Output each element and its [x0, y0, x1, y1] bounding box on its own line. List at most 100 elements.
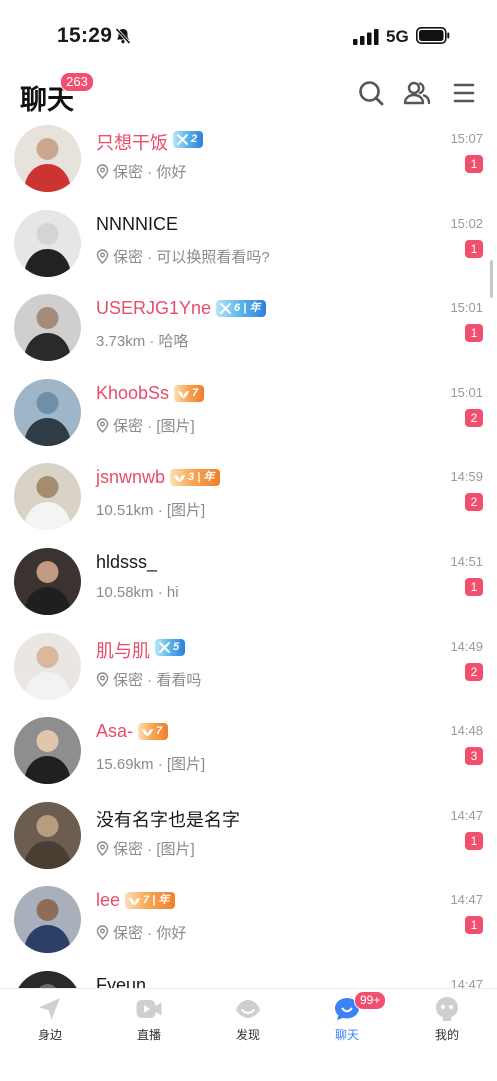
message-time: 14:47	[450, 807, 483, 823]
message-time: 14:48	[450, 723, 483, 739]
chat-row[interactable]: jsnwnwb 3 | 年 10.51km · [图片] 14:59 2	[0, 455, 497, 540]
location-text: 保密	[113, 840, 144, 858]
chat-row[interactable]: NNNNICE 保密 · 可以换照看看吗? 15:02 1	[0, 202, 497, 287]
message-time: 15:02	[450, 215, 483, 231]
avatar[interactable]	[14, 548, 81, 615]
location-pin-icon	[96, 671, 109, 687]
tab-me[interactable]: 我的	[417, 995, 477, 1047]
separator-dot: ·	[143, 248, 157, 266]
chat-row[interactable]: lee 7 | 年保密 · 你好 14:47 1	[0, 878, 497, 963]
avatar[interactable]	[14, 886, 81, 954]
avatar[interactable]	[14, 632, 81, 700]
avatar[interactable]	[14, 125, 81, 192]
profile-icon	[436, 997, 458, 1021]
unread-count-badge: 2	[465, 493, 483, 512]
separator-dot: ·	[143, 671, 157, 689]
separator-dot: ·	[143, 840, 157, 858]
contact-name: 没有名字也是名字	[96, 809, 240, 830]
message-time: 15:07	[450, 131, 483, 146]
level-badge: 7	[138, 723, 169, 741]
level-badge: 6 | 年	[216, 300, 267, 318]
last-message: [图片]	[156, 840, 195, 858]
avatar[interactable]	[14, 294, 81, 362]
unread-count-badge: 1	[465, 831, 483, 850]
tab-label: 身边	[37, 1028, 62, 1042]
separator-dot: ·	[145, 333, 159, 351]
tab-label: 直播	[136, 1028, 161, 1042]
chat-preview: 保密 · 可以换照看看吗?	[96, 246, 270, 267]
contact-name: 肌与肌	[96, 640, 150, 661]
location-pin-icon	[96, 164, 109, 179]
separator-dot: ·	[153, 756, 167, 774]
wings-icon	[174, 475, 186, 483]
avatar[interactable]	[14, 801, 81, 869]
location-text: 保密	[113, 248, 144, 266]
avatar[interactable]	[14, 971, 81, 988]
chat-row[interactable]: 只想干饭 2 保密 · 你好 15:07 1	[0, 122, 497, 202]
chat-row[interactable]: USERJG1Yne 6 | 年 3.73km · 哈咯 15:01 1	[0, 286, 497, 371]
location-text: 3.73km	[96, 333, 146, 351]
chat-row[interactable]: 没有名字也是名字保密 · [图片] 14:47 1	[0, 794, 497, 879]
chat-row[interactable]: hldsss_ 10.58km · hi 14:51 1	[0, 540, 497, 625]
separator-dot: ·	[153, 502, 167, 520]
unread-count-badge: 1	[465, 239, 483, 258]
location-pin-icon	[96, 841, 109, 856]
unread-total-badge: 263	[60, 72, 94, 92]
message-time: 14:47	[450, 977, 483, 988]
crossed-swords-icon	[176, 134, 188, 145]
chat-preview: 保密 · 看看吗	[96, 669, 201, 690]
avatar[interactable]	[14, 463, 81, 531]
discover-icon	[236, 1000, 260, 1018]
location-text: 15.69km	[96, 756, 154, 774]
avatar[interactable]	[14, 717, 81, 785]
separator-dot: ·	[143, 417, 157, 435]
tab-live[interactable]: 直播	[119, 995, 179, 1047]
crossed-swords-icon	[220, 303, 232, 315]
level-badge: 5	[154, 638, 186, 656]
last-message: [图片]	[156, 417, 195, 435]
level-badge: 7	[174, 384, 205, 402]
message-time: 15:01	[450, 300, 483, 316]
last-message: 哈咯	[158, 333, 189, 351]
signal-icon	[353, 29, 379, 45]
chat-row[interactable]: KhoobSs 7 保密 · [图片] 15:01 2	[0, 371, 497, 456]
crossed-swords-icon	[158, 641, 170, 653]
last-message: 你好	[156, 164, 187, 181]
avatar[interactable]	[14, 209, 81, 277]
location-text: 10.58km	[96, 584, 154, 601]
search-icon[interactable]	[357, 79, 385, 107]
chat-row[interactable]: Fyeun 14:47	[0, 963, 497, 988]
location-pin-icon	[96, 248, 109, 264]
level-text: 7	[192, 386, 199, 399]
menu-icon[interactable]	[452, 79, 476, 107]
chat-list[interactable]: 只想干饭 2 保密 · 你好 15:07 1 NNNNICE 保密 · 可以换照看看吗? 15…	[0, 122, 497, 988]
last-message: hi	[166, 584, 179, 601]
level-badge: 3 | 年	[170, 469, 221, 487]
chat-preview: 10.51km · [图片]	[96, 499, 205, 520]
tab-nearby[interactable]: 身边	[20, 995, 80, 1047]
message-time: 14:47	[450, 892, 483, 908]
live-video-icon	[136, 1000, 162, 1018]
contact-name: Fyeun	[96, 975, 147, 988]
last-message: 看看吗	[156, 671, 202, 689]
battery-icon	[416, 27, 450, 44]
contacts-icon[interactable]	[403, 79, 431, 107]
level-text: 7 | 年	[143, 894, 170, 907]
avatar[interactable]	[14, 378, 81, 446]
chat-preview: 3.73km · 哈咯	[96, 330, 189, 351]
unread-count-badge: 3	[465, 747, 483, 766]
tab-discover[interactable]: 发现	[218, 995, 278, 1047]
chat-preview: 保密 · [图片]	[96, 415, 195, 436]
location-text: 10.51km	[96, 502, 154, 520]
message-time: 14:51	[450, 554, 483, 569]
location-arrow-icon	[39, 998, 60, 1020]
level-text: 2	[190, 133, 198, 145]
level-text: 3 | 年	[188, 471, 215, 484]
chat-tab-badge: 99+	[354, 991, 387, 1010]
chat-row[interactable]: 肌与肌 5 保密 · 看看吗 14:49 2	[0, 625, 497, 710]
status-time: 15:29	[57, 24, 113, 47]
level-badge: 2	[172, 131, 204, 148]
chat-row[interactable]: Asa- 7 15.69km · [图片] 14:48 3	[0, 709, 497, 794]
chat-preview: 保密 · 你好	[96, 922, 186, 943]
message-time: 15:01	[450, 384, 483, 400]
